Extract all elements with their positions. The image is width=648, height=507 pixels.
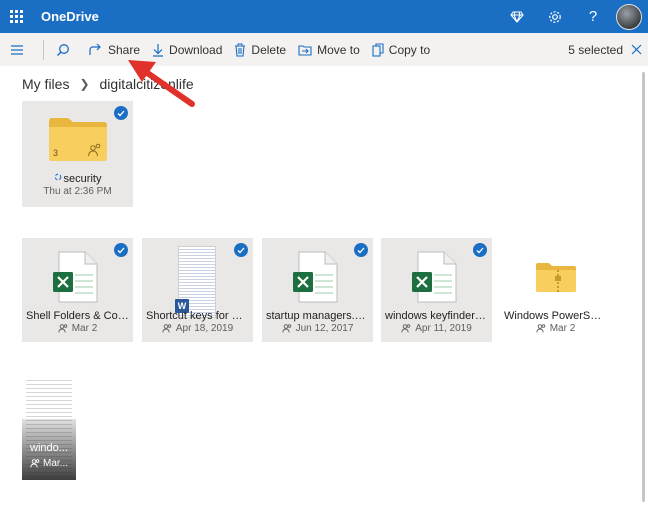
move-to-label: Move to [317,42,360,57]
file-date: Mar 2 [500,323,611,334]
selected-check-icon[interactable] [354,243,368,257]
shared-people-icon [58,324,67,333]
shared-people-icon [401,324,411,333]
file-date: Apr 18, 2019 [142,323,253,334]
top-bar: OneDrive ? [0,0,648,33]
file-date: Jun 12, 2017 [262,323,373,334]
vertical-scrollbar[interactable] [642,72,645,502]
waffle-icon [10,10,23,23]
last-file-name: windo... [30,442,68,454]
trash-icon [235,42,246,57]
folder-item-count: 3 [53,148,59,158]
file-tile[interactable]: Shell Folders & Contr... Mar 2 [22,238,133,342]
selected-check-icon[interactable] [473,243,487,257]
folder-name: security [22,173,133,185]
help-icon: ? [588,8,598,25]
shared-people-icon [536,324,545,333]
selected-check-icon[interactable] [234,243,248,257]
help-button[interactable]: ? [574,0,612,33]
selected-check-icon[interactable] [114,243,128,257]
premium-button[interactable] [498,0,536,33]
app-launcher-button[interactable] [0,0,33,33]
file-tile[interactable]: startup managers.xlsx Jun 12, 2017 [262,238,373,342]
avatar[interactable] [616,3,642,30]
search-button[interactable] [48,33,83,66]
file-name: startup managers.xlsx [266,310,373,322]
file-tile-windows[interactable]: windo... Mar... [22,374,76,480]
divider [43,39,44,60]
last-file-date: Mar... [30,458,68,469]
copy-to-button[interactable]: Copy to [366,33,436,66]
copy-to-label: Copy to [388,42,431,57]
excel-file-icon [412,251,457,303]
file-tile[interactable]: W Shortcut keys for Win... Apr 18, 2019 [142,238,253,342]
delete-button[interactable]: Delete [228,33,292,66]
hamburger-menu-icon [11,44,23,55]
shared-people-icon [281,324,291,333]
chevron-right-icon: ❯ [79,77,90,91]
breadcrumb-root[interactable]: My files [22,76,69,92]
shared-people-icon [162,324,172,333]
annotation-arrow [128,60,195,107]
file-name: windows keyfinders.xl... [385,310,492,322]
selection-count: 5 selected [568,42,623,57]
search-icon [57,43,69,56]
file-thumbnail [53,251,101,303]
sync-spinner-icon [54,173,61,180]
zip-folder-icon [536,263,576,292]
close-icon[interactable] [631,44,642,55]
file-date: Apr 11, 2019 [381,323,492,334]
settings-gear-icon [549,10,561,23]
word-document-thumbnail: W [175,246,216,318]
file-thumbnail [536,262,576,292]
file-name: Shell Folders & Contr... [26,310,133,322]
file-date: Mar 2 [22,323,133,334]
shared-people-icon [30,459,40,468]
nav-toggle-button[interactable] [0,33,39,66]
file-tile[interactable]: windows keyfinders.xl... Apr 11, 2019 [381,238,492,342]
premium-diamond-icon [510,10,524,23]
settings-button[interactable] [536,0,574,33]
file-thumbnail [293,251,341,303]
file-thumbnail [412,251,460,303]
file-name: Shortcut keys for Win... [146,310,253,322]
folder-date: Thu at 2:36 PM [43,186,112,197]
delete-label: Delete [251,42,287,57]
folder-tile-security[interactable]: 3 security Thu at 2:36 PM [22,101,133,207]
move-to-icon [298,44,312,56]
app-title[interactable]: OneDrive [41,9,99,24]
file-tile[interactable]: Windows PowerShell.... Mar 2 [500,238,611,342]
excel-file-icon [293,251,338,303]
file-name: Windows PowerShell.... [504,310,611,322]
command-bar: Share Download Delete Move to Copy to 5 … [0,33,648,66]
file-thumbnail: W [175,246,218,320]
copy-icon [372,42,384,57]
share-icon [89,43,101,55]
move-to-button[interactable]: Move to [292,33,366,66]
excel-file-icon [53,251,98,303]
